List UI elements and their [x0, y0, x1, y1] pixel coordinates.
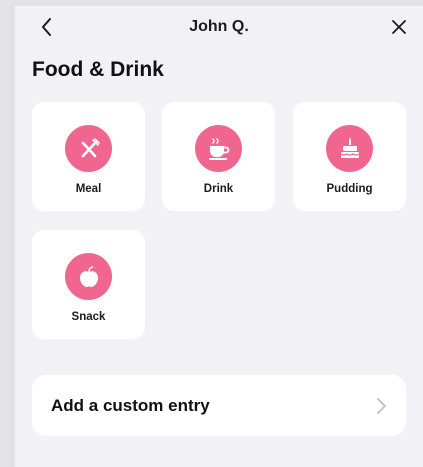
- coffee-cup-icon: [208, 137, 229, 160]
- close-icon: [392, 20, 406, 34]
- close-button[interactable]: [387, 15, 411, 39]
- apple-icon: [79, 265, 98, 287]
- drink-label: Drink: [203, 183, 234, 195]
- snack-tile[interactable]: Snack: [32, 230, 145, 339]
- meal-icon-circle: [65, 125, 112, 172]
- drink-icon-circle: [195, 125, 242, 172]
- meal-label: Meal: [75, 183, 102, 195]
- fork-knife-icon: [81, 137, 100, 157]
- header-title: John Q.: [189, 18, 249, 35]
- chevron-right-icon: [377, 398, 386, 414]
- pudding-tile[interactable]: Pudding: [293, 102, 406, 211]
- header: John Q.: [15, 6, 423, 50]
- meal-tile[interactable]: Meal: [32, 102, 145, 211]
- snack-label: Snack: [71, 311, 106, 323]
- pudding-icon-circle: [326, 125, 373, 172]
- page-title: Food & Drink: [32, 58, 164, 81]
- food-drink-screen: John Q. Food & Drink Meal Drink Pudding …: [15, 6, 423, 467]
- cake-icon: [340, 137, 359, 158]
- add-custom-entry-row[interactable]: Add a custom entry: [32, 375, 406, 436]
- drink-tile[interactable]: Drink: [162, 102, 275, 211]
- add-custom-entry-label: Add a custom entry: [51, 396, 210, 415]
- snack-icon-circle: [65, 253, 112, 300]
- pudding-label: Pudding: [326, 183, 373, 195]
